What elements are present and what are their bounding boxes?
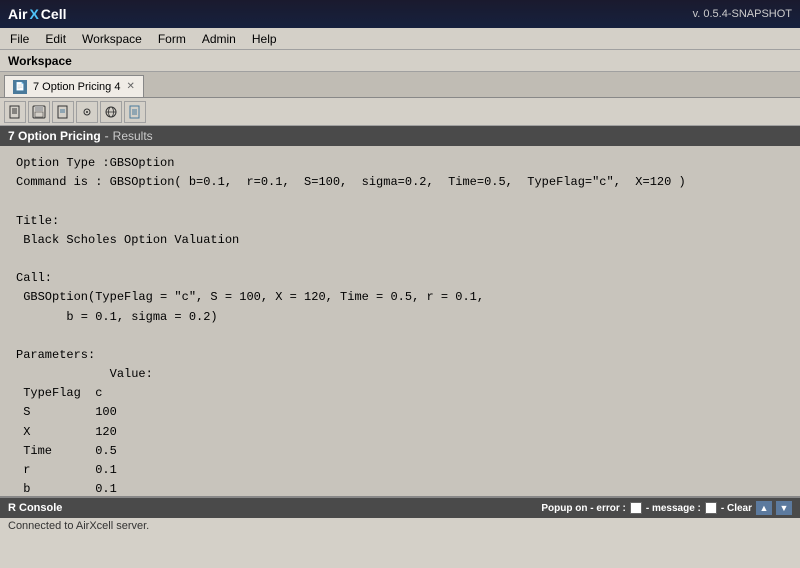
logo-air: Air [8,6,27,22]
bottom-bar: R Console Popup on - error : ✓ - message… [0,496,800,538]
globe-icon [104,105,118,119]
popup-error-checkbox[interactable]: ✓ [630,502,642,514]
save-icon [32,105,46,119]
console-label: R Console [8,502,62,514]
menu-edit[interactable]: Edit [39,30,72,48]
tab-bar: 📄 7 Option Pricing 4 ✕ [0,72,800,98]
menu-file[interactable]: File [4,30,35,48]
console-header: R Console Popup on - error : ✓ - message… [0,498,800,518]
toolbar-download-button[interactable] [124,101,146,123]
menu-workspace[interactable]: Workspace [76,30,148,48]
menu-help[interactable]: Help [246,30,283,48]
result-line-1: Option Type :GBSOption [16,154,784,173]
result-call-line1: GBSOption(TypeFlag = "c", S = 100, X = 1… [16,288,784,307]
result-param-x: X 120 [16,423,784,442]
scroll-up-button[interactable]: ▲ [756,501,772,515]
result-call-line2: b = 0.1, sigma = 0.2) [16,308,784,327]
logo-cell: Cell [41,6,67,22]
workspace-title: Workspace [8,54,72,68]
toolbar-globe-button[interactable] [100,101,122,123]
download-icon [128,105,142,119]
result-param-b: b 0.1 [16,480,784,496]
result-param-s: S 100 [16,403,784,422]
result-params-header: Value: [16,365,784,384]
menu-admin[interactable]: Admin [196,30,242,48]
app-version: v. 0.5.4-SNAPSHOT [693,8,792,20]
result-param-time: Time 0.5 [16,442,784,461]
toolbar-new-button[interactable] [4,101,26,123]
console-status-text: Connected to AirXcell server. [8,520,149,532]
edit-icon [56,105,70,119]
result-param-r: r 0.1 [16,461,784,480]
result-title-label: Title: [16,212,784,231]
menu-form[interactable]: Form [152,30,192,48]
check-empty-icon [710,504,712,513]
result-title-value: Black Scholes Option Valuation [16,231,784,250]
results-subtitle: Results [113,129,153,143]
logo-x: X [29,6,38,22]
console-status: Connected to AirXcell server. [0,518,800,534]
toolbar-edit-button[interactable] [52,101,74,123]
title-bar: AirXCell v. 0.5.4-SNAPSHOT [0,0,800,28]
tab-close-button[interactable]: ✕ [126,82,134,92]
results-header: 7 Option Pricing - Results [0,126,800,146]
result-call-label: Call: [16,269,784,288]
clear-label: - Clear [721,503,752,514]
scroll-down-button[interactable]: ▼ [776,501,792,515]
menu-bar: File Edit Workspace Form Admin Help [0,28,800,50]
new-doc-icon [8,105,22,119]
popup-label: Popup on - error : [541,503,625,514]
settings-icon [80,105,94,119]
popup-message-checkbox[interactable] [705,502,717,514]
result-param-typeflag: TypeFlag c [16,384,784,403]
toolbar-save-button[interactable] [28,101,50,123]
check-icon: ✓ [632,504,639,513]
workspace-label: Workspace [0,50,800,72]
result-line-2: Command is : GBSOption( b=0.1, r=0.1, S=… [16,173,784,192]
tab-option-pricing[interactable]: 📄 7 Option Pricing 4 ✕ [4,75,144,97]
toolbar-settings-button[interactable] [76,101,98,123]
tab-doc-icon: 📄 [13,80,27,94]
console-controls: Popup on - error : ✓ - message : - Clear… [541,501,792,515]
toolbar [0,98,800,126]
message-label: - message : [646,503,701,514]
results-content: Option Type :GBSOption Command is : GBSO… [0,146,800,496]
app-logo: AirXCell [8,6,66,22]
result-params-label: Parameters: [16,346,784,365]
results-separator: - [105,129,109,143]
results-title: 7 Option Pricing [8,129,101,143]
tab-label: 7 Option Pricing 4 [33,81,120,93]
